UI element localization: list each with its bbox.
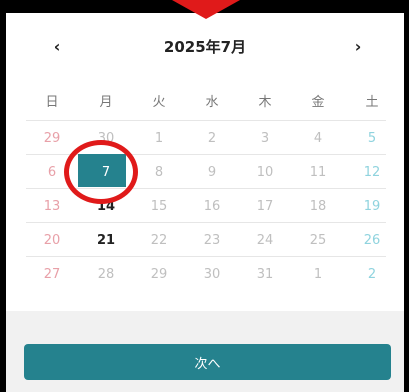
- chevron-right-icon: ›: [354, 36, 362, 56]
- day-cell[interactable]: 29: [133, 257, 185, 291]
- day-cell[interactable]: 15: [133, 189, 185, 223]
- day-cell[interactable]: 13: [26, 189, 78, 223]
- weekday-sat: 土: [365, 95, 379, 110]
- day-cell[interactable]: 5: [346, 121, 398, 155]
- day-cell[interactable]: 4: [292, 121, 344, 155]
- month-header: ‹ 2025年7月 ›: [6, 31, 404, 61]
- weekday-thu: 木: [258, 95, 272, 110]
- day-cell[interactable]: 10: [239, 155, 291, 189]
- prev-month-button[interactable]: ‹: [42, 31, 72, 61]
- day-cell[interactable]: 1: [133, 121, 185, 155]
- day-cell[interactable]: 24: [239, 223, 291, 257]
- week-row: 29 30 1 2 3 4 5: [26, 120, 386, 154]
- day-cell[interactable]: 8: [133, 155, 185, 189]
- day-cell[interactable]: 30: [186, 257, 238, 291]
- day-cell[interactable]: 29: [26, 121, 78, 155]
- week-row: 13 14 15 16 17 18 19: [26, 188, 386, 222]
- day-cell[interactable]: 20: [26, 223, 78, 257]
- day-cell[interactable]: 30: [80, 121, 132, 155]
- day-cell[interactable]: 17: [239, 189, 291, 223]
- chevron-left-icon: ‹: [53, 36, 61, 56]
- week-row: 20 21 22 23 24 25 26: [26, 222, 386, 256]
- screen-frame: ‹ 2025年7月 › 日 月 火 水 木 金 土 29 30 1 2 3 4 5 6 7 8 9 1…: [0, 0, 409, 392]
- day-cell[interactable]: 21: [80, 223, 132, 257]
- weekday-fri: 金: [311, 95, 325, 110]
- day-cell[interactable]: 19: [346, 189, 398, 223]
- weekday-wed: 水: [205, 95, 219, 110]
- day-cell[interactable]: 1: [292, 257, 344, 291]
- day-cell[interactable]: 28: [80, 257, 132, 291]
- day-cell[interactable]: 26: [346, 223, 398, 257]
- day-cell[interactable]: 18: [292, 189, 344, 223]
- week-row: 27 28 29 30 31 1 2: [26, 256, 386, 290]
- date-picker-panel: ‹ 2025年7月 › 日 月 火 水 木 金 土 29 30 1 2 3 4 5 6 7 8 9 1…: [6, 13, 404, 392]
- day-cell[interactable]: 14: [80, 189, 132, 223]
- day-cell[interactable]: 31: [239, 257, 291, 291]
- day-cell[interactable]: 3: [239, 121, 291, 155]
- weekday-tue: 火: [152, 95, 166, 110]
- weekday-header: 日 月 火 水 木 金 土: [26, 91, 399, 115]
- week-row: 6 7 8 9 10 11 12: [26, 154, 386, 188]
- next-month-button[interactable]: ›: [343, 31, 373, 61]
- footer-area: 次へ: [6, 311, 404, 392]
- day-cell-selected[interactable]: 7: [80, 155, 132, 189]
- weekday-sun: 日: [45, 95, 59, 110]
- day-cell[interactable]: 16: [186, 189, 238, 223]
- weekday-mon: 月: [99, 95, 113, 110]
- day-cell[interactable]: 27: [26, 257, 78, 291]
- day-cell[interactable]: 11: [292, 155, 344, 189]
- day-cell[interactable]: 2: [346, 257, 398, 291]
- day-cell[interactable]: 12: [346, 155, 398, 189]
- day-cell[interactable]: 2: [186, 121, 238, 155]
- next-button[interactable]: 次へ: [24, 344, 391, 380]
- day-cell[interactable]: 9: [186, 155, 238, 189]
- day-cell[interactable]: 23: [186, 223, 238, 257]
- month-title: 2025年7月: [163, 38, 247, 56]
- day-cell[interactable]: 25: [292, 223, 344, 257]
- day-cell[interactable]: 6: [26, 155, 78, 189]
- day-cell[interactable]: 22: [133, 223, 185, 257]
- down-arrow-icon: [172, 0, 240, 19]
